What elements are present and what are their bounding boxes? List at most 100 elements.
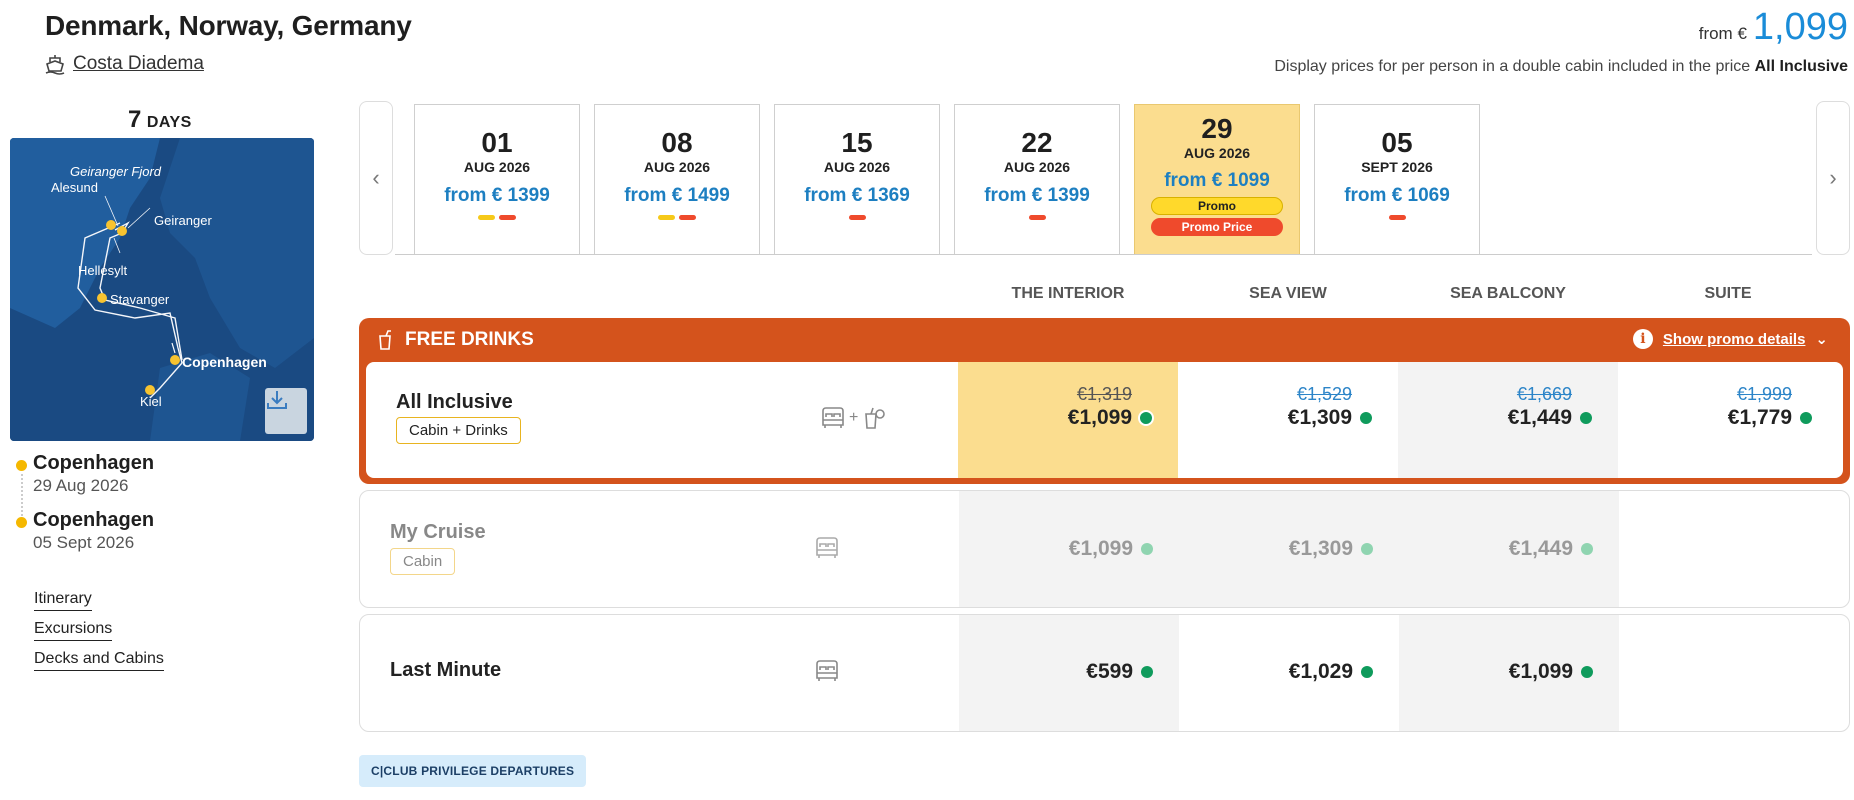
date-month: AUG 2026 [463,159,531,175]
departure-port-name: Copenhagen [33,452,155,474]
duration: 7 DAYS [128,106,192,134]
date-day: 15 [841,127,873,158]
availability-dot [1581,543,1593,555]
arrival-date: 05 Sept 2026 [33,533,135,552]
availability-dot [1580,412,1592,424]
map-label-geiranger: Geiranger [154,213,212,228]
date-price: from € 1399 [984,185,1090,206]
price-cell-sea-balcony[interactable]: €1,099 [1399,615,1619,731]
arrival-port: Copenhagen 05 Sept 2026 [33,509,154,553]
date-carousel: ‹ 01 AUG 2026 from € 1399 08 AUG 2026 fr… [359,101,1850,255]
cocktail-icon [865,407,886,429]
carousel-next-button[interactable]: › [1816,101,1850,255]
cabin-header-suite: SUITE [1704,285,1752,302]
availability-dot [1360,412,1372,424]
promo-block: FREE DRINKS i Show promo details ⌄ All I… [359,318,1850,484]
fare-tag: Cabin + Drinks [396,417,521,444]
date-month: AUG 2026 [1183,145,1251,161]
date-day: 29 [1201,113,1233,144]
page-title: Denmark, Norway, Germany [45,10,412,41]
ship-link[interactable]: Costa Diadema [45,53,204,75]
fare-name: My Cruise [390,521,486,543]
map-label-fjord: Geiranger Fjord [70,164,162,179]
promo-header: FREE DRINKS i Show promo details ⌄ [359,318,1850,362]
excursions-link[interactable]: Excursions [34,620,113,641]
price: €1,099 [1067,406,1132,429]
fare-row-last-minute: Last Minute €599 €1,029 €1,099 [359,614,1850,732]
price-cell-sea-view[interactable]: €1,029 [1179,615,1399,731]
date-day: 05 [1381,127,1413,158]
old-price: €1,669 [1516,384,1572,404]
price: €1,309 [1287,406,1352,429]
fare-name: All Inclusive [396,391,513,413]
ship-name[interactable]: Costa Diadema [73,53,204,75]
date-card[interactable]: 08 AUG 2026 from € 1499 [594,104,760,254]
fare-name: Last Minute [390,659,502,681]
price-cell-interior[interactable]: €599 [959,615,1179,731]
price-cell-interior[interactable]: €1,319 €1,099 [958,362,1178,478]
departure-port: Copenhagen 29 Aug 2026 [33,452,154,496]
availability-bars [775,215,939,220]
date-day: 22 [1021,127,1053,158]
price: €1,099 [1068,537,1133,560]
price-cell-sea-balcony[interactable]: €1,449 [1399,491,1619,607]
date-card-selected[interactable]: 29 AUG 2026 from € 1099 Promo Promo Pric… [1134,104,1300,254]
arrival-port-name: Copenhagen [33,509,155,531]
promo-details-label[interactable]: Show promo details [1663,331,1806,348]
date-price: from € 1069 [1344,185,1450,206]
date-card[interactable]: 15 AUG 2026 from € 1369 [774,104,940,254]
price: €1,449 [1507,406,1572,429]
availability-dot [1141,543,1153,555]
date-day: 08 [661,127,693,158]
duration-number: 7 [128,106,142,133]
price-note-bold: All Inclusive [1754,58,1848,75]
itinerary-map[interactable]: Geiranger Fjord Alesund Geiranger Helles… [10,138,314,441]
promo-details-link[interactable]: i Show promo details ⌄ [1632,329,1828,349]
availability-bar [658,215,675,220]
promo-badge: Promo [1151,197,1283,215]
old-price: €1,529 [1296,384,1352,404]
availability-dot [1581,666,1593,678]
date-card[interactable]: 01 AUG 2026 from € 1399 [414,104,580,254]
download-map-button[interactable] [265,388,307,434]
departure-date: 29 Aug 2026 [33,476,129,495]
route-line [21,474,23,516]
price-cell-sea-view[interactable]: €1,529 €1,309 [1178,362,1398,478]
bed-icon [816,660,838,681]
old-price: €1,999 [1736,384,1792,404]
download-icon [267,391,287,409]
price-cell-interior[interactable]: €1,099 [959,491,1179,607]
arrival-dot [16,517,27,528]
availability-bars [415,215,579,220]
from-price-label: from € [1698,24,1747,43]
availability-bars [955,215,1119,220]
fare-tag: Cabin [390,548,456,575]
decks-cabins-link[interactable]: Decks and Cabins [34,650,164,671]
price: €1,309 [1288,537,1353,560]
fare-row-my-cruise: My Cruise Cabin €1,099 €1,309 €1,449 [359,490,1850,608]
availability-bar [499,215,516,220]
date-card[interactable]: 05 SEPT 2026 from € 1069 [1314,104,1480,254]
availability-dot [1141,666,1153,678]
chevron-left-icon: ‹ [372,165,380,190]
from-price: from € 1,099 [1699,6,1848,49]
price-cell-suite[interactable]: €1,999 €1,779 [1618,362,1838,478]
availability-dot [1140,412,1152,424]
carousel-prev-button[interactable]: ‹ [359,101,393,255]
availability-bar [1388,215,1406,220]
carousel-baseline [395,254,1812,255]
itinerary-link[interactable]: Itinerary [34,590,92,611]
date-card[interactable]: 22 AUG 2026 from € 1399 [954,104,1120,254]
date-price: from € 1399 [444,185,550,206]
chevron-down-icon: ⌄ [1815,331,1828,348]
price-cell-sea-balcony[interactable]: €1,669 €1,449 [1398,362,1618,478]
date-day: 01 [481,127,513,158]
club-privilege-button[interactable]: C|CLUB PRIVILEGE DEPARTURES [359,755,587,787]
promo-title: FREE DRINKS [405,329,534,350]
old-price: €1,319 [1076,384,1132,404]
availability-dot [1800,412,1812,424]
from-price-value: 1,099 [1752,6,1848,48]
fare-row-all-inclusive: All Inclusive Cabin + Drinks + €1,319 €1… [366,362,1843,478]
price-cell-sea-view[interactable]: €1,309 [1179,491,1399,607]
availability-bars [595,215,759,220]
